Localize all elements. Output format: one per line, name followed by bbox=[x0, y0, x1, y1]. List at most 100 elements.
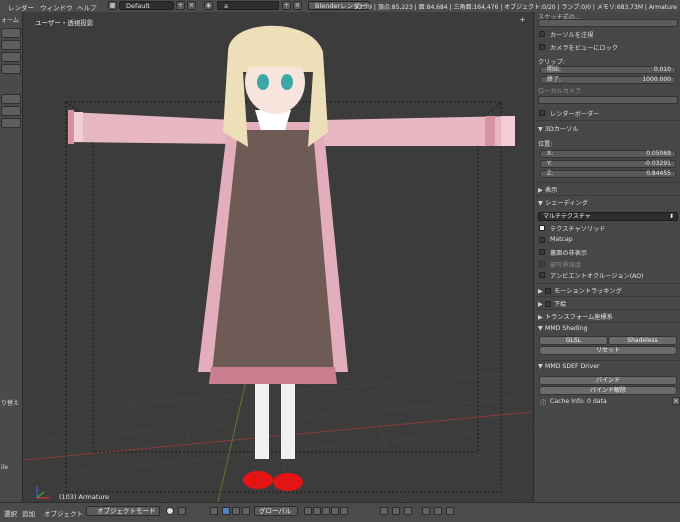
unbind-button[interactable]: バインド解除 bbox=[539, 386, 677, 395]
section-3d-cursor[interactable]: ▼ 3Dカーソル bbox=[538, 124, 578, 133]
clear-cache-icon[interactable]: × bbox=[672, 397, 680, 405]
separator bbox=[534, 296, 680, 297]
shelf-tab-5[interactable] bbox=[1, 94, 21, 104]
lock-camera-label: カメラをビューにロック bbox=[550, 45, 619, 52]
section-shading-label: シェーディング bbox=[545, 200, 588, 207]
local-camera-field[interactable] bbox=[538, 96, 678, 104]
render-border-checkbox[interactable] bbox=[539, 110, 545, 116]
menu-select[interactable]: 選択 bbox=[4, 508, 17, 518]
position-label: 位置: bbox=[538, 141, 553, 148]
translate-manipulator-icon[interactable] bbox=[222, 507, 230, 515]
screen-layout-field[interactable]: Default bbox=[119, 1, 174, 10]
add-layout-button[interactable]: + bbox=[176, 1, 185, 10]
shelf-tab-4[interactable] bbox=[1, 64, 21, 74]
layer-button-1[interactable] bbox=[304, 507, 312, 515]
clip-end-key: 終了: bbox=[547, 76, 562, 83]
section-motion-tracking-label: モーショントラッキング bbox=[554, 288, 622, 295]
remove-layout-button[interactable]: × bbox=[187, 1, 196, 10]
scene-icon[interactable]: ◈ bbox=[204, 1, 213, 10]
menu-window[interactable]: ウィンドウ bbox=[40, 2, 73, 12]
cursor-x-field[interactable]: X: 0.05069 bbox=[540, 150, 676, 158]
shading-mode-dropdown[interactable]: マルチテクスチャ ⬍ bbox=[538, 212, 678, 221]
viewport-scene bbox=[23, 25, 532, 502]
menu-help[interactable]: ヘルプ bbox=[77, 2, 97, 12]
render-border-label: レンダーボーダー bbox=[550, 111, 600, 118]
view-perspective-label: ユーザー・透視投影 bbox=[35, 19, 94, 27]
shelf-tab-7[interactable] bbox=[1, 118, 21, 128]
bind-button[interactable]: バインド bbox=[539, 376, 677, 385]
3d-viewport[interactable]: ユーザー・透視投影 (103) Armature + bbox=[23, 12, 532, 502]
motion-tracking-checkbox[interactable] bbox=[545, 288, 551, 294]
scale-manipulator-icon[interactable] bbox=[242, 507, 250, 515]
properties-panel: スケッチ式の… カーソルを注視 カメラをビューにロック クリップ: 開始: 0.… bbox=[533, 12, 680, 509]
reset-button[interactable]: リセット bbox=[539, 346, 677, 355]
scene-field[interactable]: a bbox=[217, 1, 279, 10]
texture-solid-checkbox[interactable] bbox=[539, 225, 545, 231]
info-icon: ⓘ bbox=[540, 400, 547, 407]
shadeless-button[interactable]: Shadeless bbox=[608, 336, 677, 345]
camera-icon[interactable] bbox=[446, 507, 454, 515]
menu-object[interactable]: オブジェクト bbox=[44, 508, 83, 518]
expand-icon[interactable]: + bbox=[519, 15, 528, 24]
cursor-z-field[interactable]: Z: 0.84455 bbox=[540, 170, 676, 178]
y-axis-line bbox=[217, 371, 249, 502]
section-mmd-sdef[interactable]: ▼ MMD SDEF Driver bbox=[538, 363, 600, 370]
cursor-y-field[interactable]: Y: -0.03291 bbox=[540, 160, 676, 168]
menu-add[interactable]: 追加 bbox=[22, 508, 35, 518]
clip-end-field[interactable]: 終了: 1000.000 bbox=[540, 76, 676, 84]
backface-culling-label: 裏面の非表示 bbox=[550, 250, 588, 257]
viewport-header: 選択 追加 オブジェクト オブジェクトモード グローバル bbox=[0, 502, 680, 522]
clip-label: クリップ: bbox=[538, 59, 565, 66]
manipulator-toggle-icon[interactable] bbox=[210, 507, 218, 515]
separator bbox=[534, 283, 680, 284]
cursor-y-value: -0.03291 bbox=[644, 160, 671, 167]
cursor-focus-label: カーソルを注視 bbox=[550, 32, 594, 39]
backface-culling-checkbox[interactable] bbox=[539, 249, 545, 255]
lock-camera-checkbox[interactable] bbox=[539, 44, 545, 50]
layer-button-4[interactable] bbox=[331, 507, 339, 515]
clip-start-field[interactable]: 開始: 0.010 bbox=[540, 66, 676, 74]
layer-button-3[interactable] bbox=[322, 507, 330, 515]
shelf-tab-1[interactable] bbox=[1, 28, 21, 38]
section-shading[interactable]: ▼ シェーディング bbox=[538, 198, 588, 207]
rotate-manipulator-icon[interactable] bbox=[232, 507, 240, 515]
section-mmd-shading[interactable]: ▼ MMD Shading bbox=[538, 325, 588, 332]
screen-layout-icon[interactable]: ▦ bbox=[108, 1, 117, 10]
section-transform-orientations[interactable]: ▶ トランスフォーム座標系 bbox=[538, 312, 613, 321]
pivot-point-icon[interactable] bbox=[178, 507, 186, 515]
transform-orientation-dropdown[interactable]: グローバル bbox=[254, 506, 298, 516]
shelf-tab-2[interactable] bbox=[1, 40, 21, 50]
separator bbox=[534, 360, 680, 361]
add-scene-button[interactable]: + bbox=[282, 1, 291, 10]
snap-icon[interactable] bbox=[404, 507, 412, 515]
snap-element-icon[interactable] bbox=[422, 507, 430, 515]
shelf-label-file: ile bbox=[1, 464, 9, 471]
glsl-button[interactable]: GLSL bbox=[539, 336, 608, 345]
section-background-images[interactable]: ▶ 下絵 bbox=[538, 299, 566, 308]
lock-layers-icon[interactable] bbox=[380, 507, 388, 515]
tool-shelf: ォーム り替え ile bbox=[0, 12, 23, 509]
layer-button-5[interactable] bbox=[340, 507, 348, 515]
matcap-label: Matcap bbox=[550, 236, 573, 243]
background-images-checkbox[interactable] bbox=[545, 301, 551, 307]
mode-dropdown[interactable]: オブジェクトモード bbox=[86, 506, 160, 516]
shelf-tab-3[interactable] bbox=[1, 52, 21, 62]
matcap-checkbox[interactable] bbox=[539, 237, 545, 243]
layer-button-2[interactable] bbox=[313, 507, 321, 515]
menu-render[interactable]: レンダー bbox=[8, 2, 34, 12]
viewport-shading-icon[interactable] bbox=[166, 507, 174, 515]
shelf-tab-6[interactable] bbox=[1, 106, 21, 116]
lock-object-field[interactable] bbox=[538, 19, 678, 27]
proportional-edit-icon[interactable] bbox=[392, 507, 400, 515]
ambient-occlusion-checkbox[interactable] bbox=[539, 272, 545, 278]
shelf-label-toggle: り替え bbox=[1, 400, 20, 407]
cursor-y-key: Y: bbox=[547, 160, 552, 167]
depth-of-field-checkbox[interactable] bbox=[539, 261, 545, 267]
section-motion-tracking[interactable]: ▶ モーショントラッキング bbox=[538, 286, 622, 295]
render-preview-icon[interactable] bbox=[434, 507, 442, 515]
cursor-focus-checkbox[interactable] bbox=[539, 31, 545, 37]
separator bbox=[534, 322, 680, 323]
remove-scene-button[interactable]: × bbox=[293, 1, 302, 10]
character-model[interactable] bbox=[68, 25, 515, 491]
section-display[interactable]: ▶ 表示 bbox=[538, 185, 557, 194]
